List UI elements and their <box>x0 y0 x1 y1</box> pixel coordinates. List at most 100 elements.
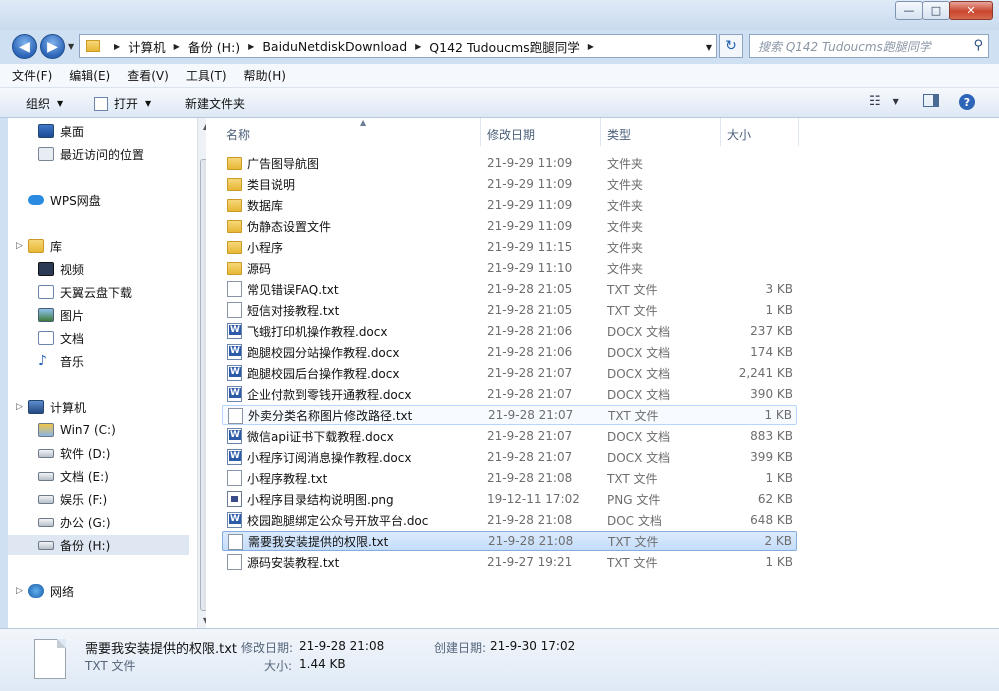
file-date: 21-9-28 21:05 <box>487 303 573 317</box>
nav-item-wps-cloud[interactable]: WPS网盘 <box>28 190 101 210</box>
nav-item-desktop[interactable]: 桌面 <box>38 121 84 141</box>
column-divider[interactable] <box>720 118 721 146</box>
file-row[interactable]: 小程序订阅消息操作教程.docx 21-9-28 21:07 DOCX 文档 3… <box>222 447 797 467</box>
menu-tools[interactable]: 工具(T) <box>186 67 227 84</box>
nav-item-computer[interactable]: 计算机 <box>28 397 86 417</box>
file-row[interactable]: 飞蛾打印机操作教程.docx 21-9-28 21:06 DOCX 文档 237… <box>222 321 797 341</box>
file-row[interactable]: 广告图导航图 21-9-29 11:09 文件夹 <box>222 153 797 173</box>
nav-item-drive-d[interactable]: 软件 (D:) <box>38 443 110 463</box>
file-type: 文件夹 <box>607 219 644 234</box>
file-name: 企业付款到零钱开通教程.docx <box>247 387 412 402</box>
column-divider[interactable] <box>480 118 481 146</box>
file-row[interactable]: 伪静态设置文件 21-9-29 11:09 文件夹 <box>222 216 797 236</box>
breadcrumb-separator-icon[interactable]: ▶ <box>588 42 594 51</box>
nav-item-drive-g[interactable]: 办公 (G:) <box>38 512 111 532</box>
column-header-name[interactable]: 名称 <box>226 126 250 143</box>
breadcrumb-separator-icon[interactable]: ▶ <box>174 42 180 51</box>
file-row-selected[interactable]: 需要我安装提供的权限.txt 21-9-28 21:08 TXT 文件 2 KB <box>222 531 797 551</box>
file-name: 短信对接教程.txt <box>247 303 340 318</box>
help-button[interactable]: ? <box>959 94 975 110</box>
nav-item-tianyi-download[interactable]: 天翼云盘下载 <box>38 282 132 302</box>
change-view-button[interactable]: ☷ ▼ <box>869 94 899 109</box>
column-divider[interactable] <box>798 118 799 146</box>
file-date: 21-9-28 21:06 <box>487 345 573 359</box>
breadcrumb-separator-icon[interactable]: ▶ <box>415 42 421 51</box>
nav-item-pictures[interactable]: 图片 <box>38 305 84 325</box>
expand-arrow-icon[interactable]: ▷ <box>16 402 23 412</box>
nav-item-drive-e[interactable]: 文档 (E:) <box>38 466 109 486</box>
file-row[interactable]: 常见错误FAQ.txt 21-9-28 21:05 TXT 文件 3 KB <box>222 279 797 299</box>
menu-edit[interactable]: 编辑(E) <box>69 67 110 84</box>
nav-item-drive-c[interactable]: Win7 (C:) <box>38 420 116 440</box>
file-row[interactable]: 跑腿校园分站操作教程.docx 21-9-28 21:06 DOCX 文档 17… <box>222 342 797 362</box>
file-name: 小程序订阅消息操作教程.docx <box>247 450 412 465</box>
picture-library-icon <box>38 308 54 322</box>
file-row[interactable]: 小程序目录结构说明图.png 19-12-11 17:02 PNG 文件 62 … <box>222 489 797 509</box>
refresh-button[interactable]: ↻ <box>719 34 743 58</box>
back-button[interactable]: ◀ <box>12 34 37 59</box>
nav-item-libraries[interactable]: 库 <box>28 236 62 256</box>
file-size: 3 KB <box>765 282 793 296</box>
file-row[interactable]: 小程序教程.txt 21-9-28 21:08 TXT 文件 1 KB <box>222 468 797 488</box>
new-folder-label: 新建文件夹 <box>185 97 246 111</box>
file-row[interactable]: 源码 21-9-29 11:10 文件夹 <box>222 258 797 278</box>
column-header-type[interactable]: 类型 <box>607 126 631 143</box>
file-row[interactable]: 源码安装教程.txt 21-9-27 19:21 TXT 文件 1 KB <box>222 552 797 572</box>
expand-arrow-icon[interactable]: ▷ <box>16 586 23 596</box>
breadcrumb-folder[interactable]: BaiduNetdiskDownload <box>262 39 407 54</box>
maximize-button[interactable]: □ <box>922 1 950 20</box>
nav-item-documents[interactable]: 文档 <box>38 328 84 348</box>
nav-item-label: 计算机 <box>50 400 87 415</box>
folder-icon <box>227 262 242 275</box>
file-row[interactable]: 微信api证书下载教程.docx 21-9-28 21:07 DOCX 文档 8… <box>222 426 797 446</box>
column-divider[interactable] <box>600 118 601 146</box>
organize-button[interactable]: 组织 ▼ <box>26 95 63 112</box>
details-created-value: 21-9-30 17:02 <box>490 639 576 653</box>
address-bar[interactable]: ▶ 计算机 ▶ 备份 (H:) ▶ BaiduNetdiskDownload ▶… <box>79 34 717 58</box>
breadcrumb-current[interactable]: Q142 Tudoucms跑腿同学 <box>429 37 579 56</box>
nav-item-recent-places[interactable]: 最近访问的位置 <box>38 144 144 164</box>
open-button[interactable]: 打开 ▼ <box>94 95 151 112</box>
nav-item-videos[interactable]: 视频 <box>38 259 84 279</box>
search-icon[interactable]: ⚲ <box>973 38 983 53</box>
expand-arrow-icon[interactable]: ▷ <box>16 241 23 251</box>
organize-label: 组织 <box>26 97 51 111</box>
close-button[interactable]: ✕ <box>949 1 993 20</box>
details-size-label: 大小: <box>264 659 293 673</box>
file-row[interactable]: 短信对接教程.txt 21-9-28 21:05 TXT 文件 1 KB <box>222 300 797 320</box>
menu-help[interactable]: 帮助(H) <box>244 67 286 84</box>
chevron-down-icon: ▼ <box>145 99 152 108</box>
nav-item-music[interactable]: ♪ 音乐 <box>38 351 84 371</box>
preview-pane-button[interactable] <box>923 94 939 107</box>
address-dropdown-icon[interactable]: ▼ <box>706 43 712 52</box>
file-row[interactable]: 类目说明 21-9-29 11:09 文件夹 <box>222 174 797 194</box>
word-document-icon <box>227 323 242 339</box>
menu-file[interactable]: 文件(F) <box>12 67 52 84</box>
file-row[interactable]: 小程序 21-9-29 11:15 文件夹 <box>222 237 797 257</box>
file-row[interactable]: 跑腿校园后台操作教程.docx 21-9-28 21:07 DOCX 文档 2,… <box>222 363 797 383</box>
command-bar: 组织 ▼ 打开 ▼ 新建文件夹 ☷ ▼ ? <box>0 88 999 118</box>
breadcrumb-separator-icon[interactable]: ▶ <box>114 42 120 51</box>
file-row[interactable]: 数据库 21-9-29 11:09 文件夹 <box>222 195 797 215</box>
file-row[interactable]: 企业付款到零钱开通教程.docx 21-9-28 21:07 DOCX 文档 3… <box>222 384 797 404</box>
breadcrumb-computer[interactable]: 计算机 <box>128 37 166 56</box>
menu-view[interactable]: 查看(V) <box>127 67 169 84</box>
file-row[interactable]: 校园跑腿绑定公众号开放平台.doc 21-9-28 21:08 DOC 文档 6… <box>222 510 797 530</box>
new-folder-button[interactable]: 新建文件夹 <box>185 95 245 112</box>
search-input[interactable]: 搜索 Q142 Tudoucms跑腿同学 ⚲ <box>749 34 989 58</box>
nav-item-label: 办公 (G:) <box>60 515 111 530</box>
column-header-size[interactable]: 大小 <box>727 126 751 143</box>
nav-item-network[interactable]: 网络 <box>28 581 74 601</box>
nav-item-drive-h[interactable]: 备份 (H:) <box>8 535 189 555</box>
file-size: 174 KB <box>750 345 793 359</box>
breadcrumb-separator-icon[interactable]: ▶ <box>248 42 254 51</box>
column-header-date[interactable]: 修改日期 <box>487 126 535 143</box>
breadcrumb-drive[interactable]: 备份 (H:) <box>188 37 240 56</box>
open-label: 打开 <box>114 97 139 111</box>
forward-button[interactable]: ▶ <box>40 34 65 59</box>
minimize-button[interactable]: — <box>895 1 923 20</box>
file-row-hovered[interactable]: 外卖分类名称图片修改路径.txt 21-9-28 21:07 TXT 文件 1 … <box>222 405 797 425</box>
nav-item-drive-f[interactable]: 娱乐 (F:) <box>38 489 107 509</box>
text-file-icon <box>227 554 242 570</box>
recent-pages-dropdown[interactable]: ▼ <box>68 42 74 51</box>
